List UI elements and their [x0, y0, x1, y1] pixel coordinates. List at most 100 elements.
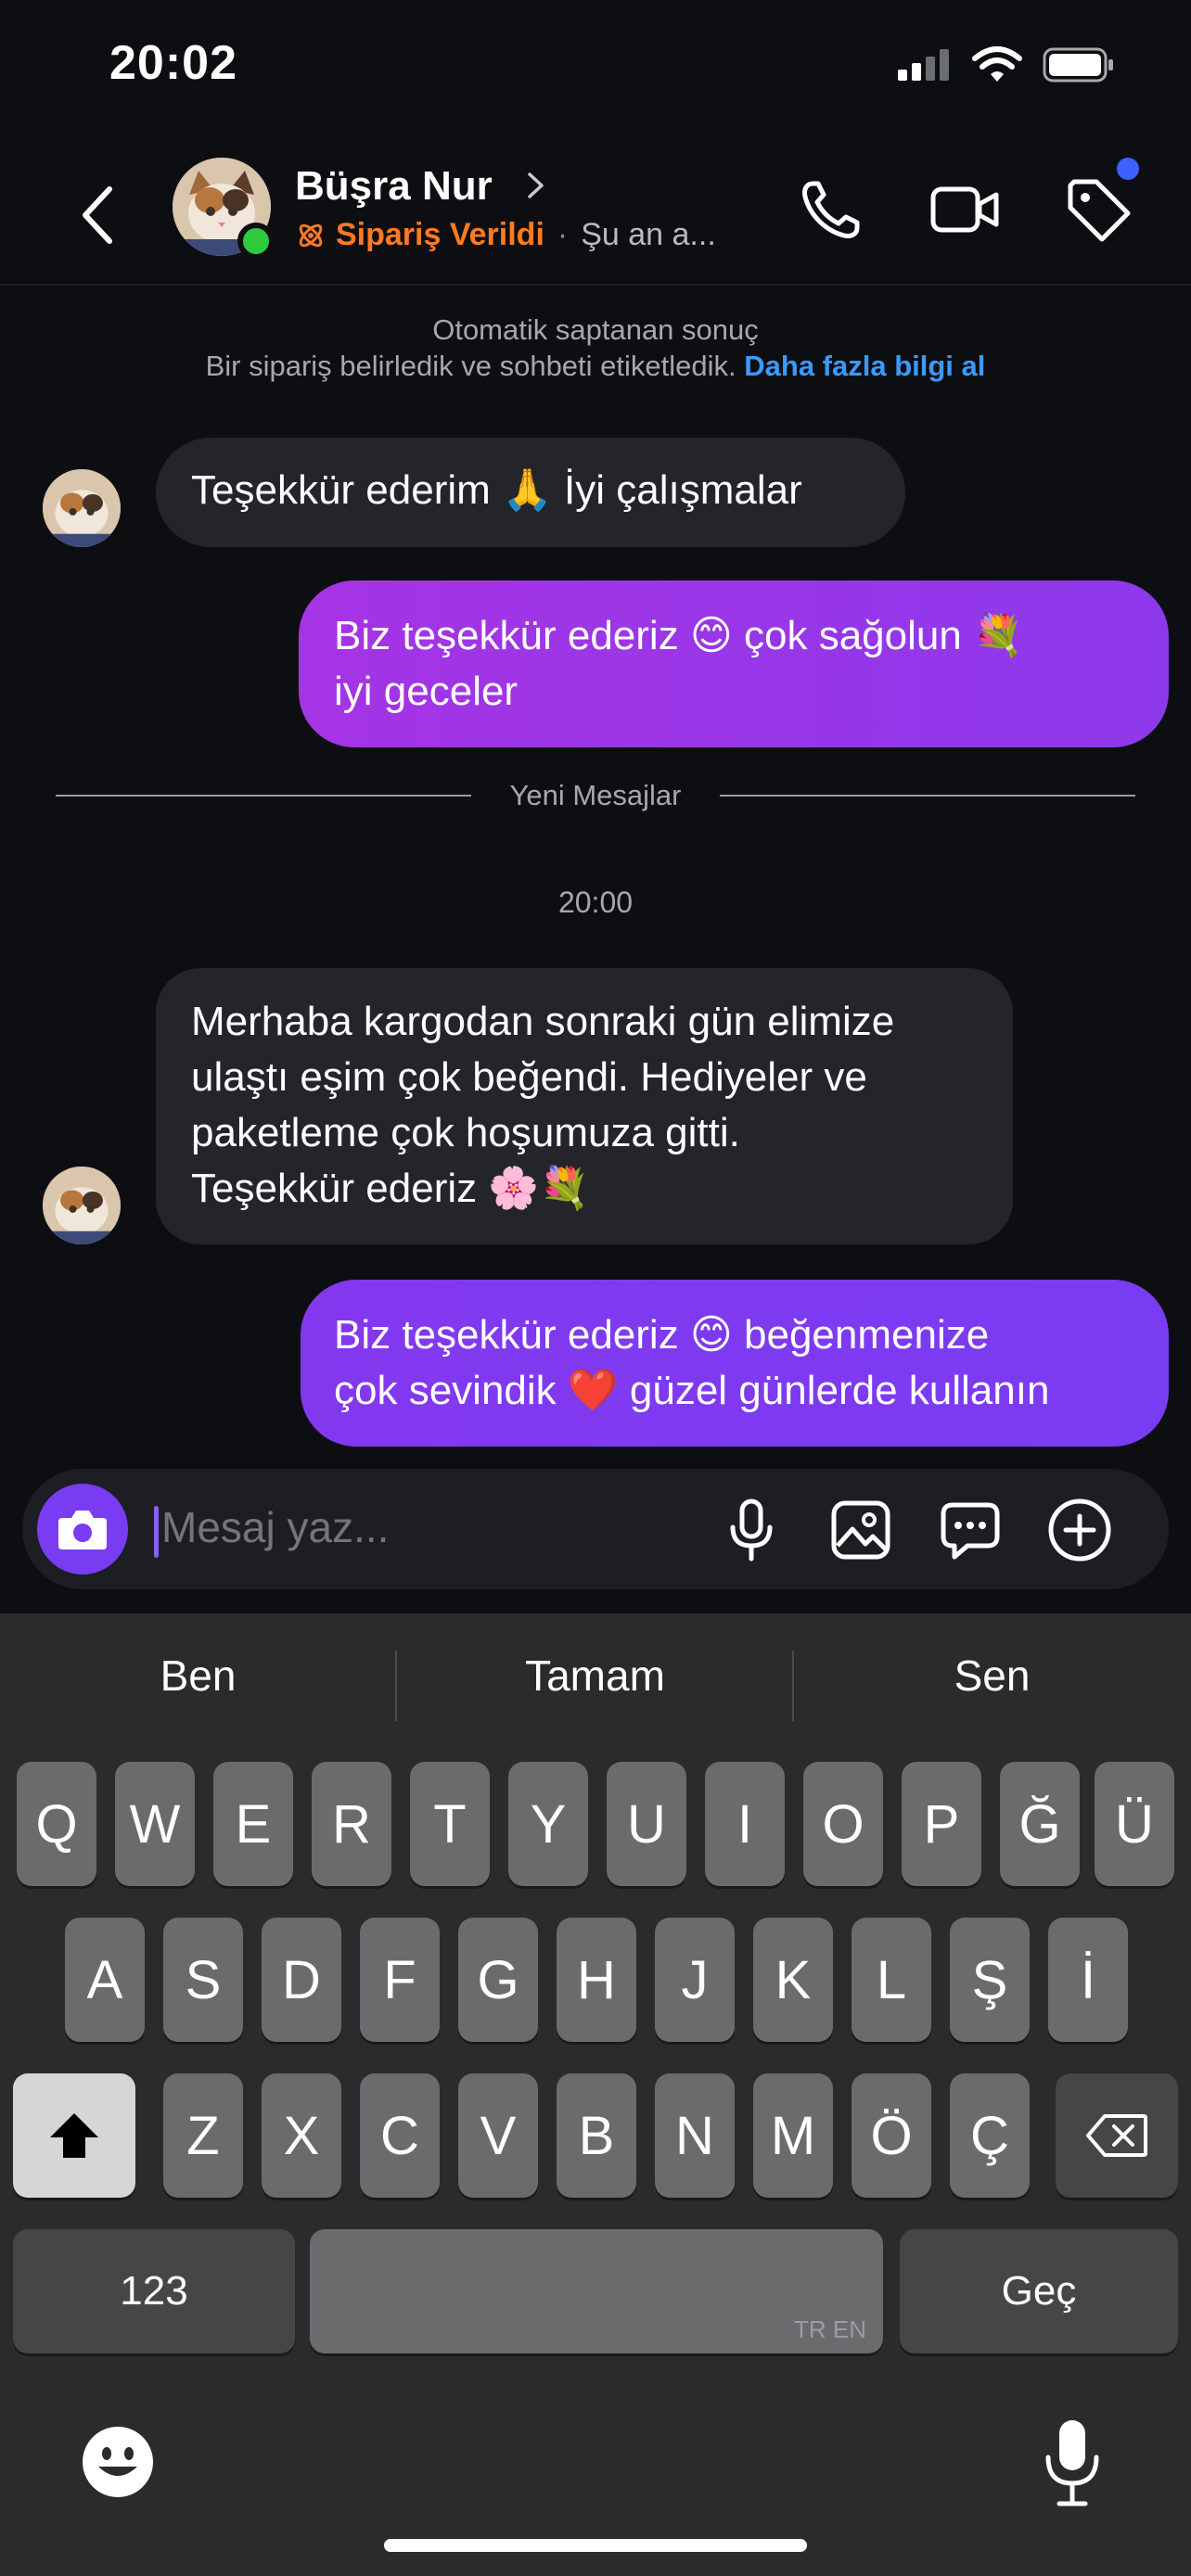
- status-icons: [898, 46, 1115, 83]
- key-q[interactable]: Q: [17, 1762, 96, 1886]
- outgoing-message-bubble[interactable]: Biz teşekkür ederiz 😊 çok sağolun 💐 iyi …: [299, 580, 1169, 747]
- incoming-message-bubble[interactable]: Merhaba kargodan sonraki gün elimize ula…: [156, 968, 1013, 1244]
- key-h[interactable]: H: [557, 1918, 636, 2042]
- message-line: paketleme çok hoşumuza gitti.: [191, 1110, 740, 1155]
- suggestion-1[interactable]: Ben: [0, 1651, 396, 1701]
- gallery-button[interactable]: [822, 1491, 900, 1569]
- plus-circle-icon: [1048, 1498, 1111, 1562]
- separator-dot: ·: [557, 217, 569, 252]
- emoji-icon[interactable]: [80, 2424, 156, 2500]
- key-i[interactable]: I: [705, 1762, 785, 1886]
- key-c-cedilla[interactable]: Ç: [950, 2073, 1030, 2198]
- wifi-icon: [972, 46, 1022, 82]
- key-u[interactable]: U: [607, 1762, 686, 1886]
- key-j[interactable]: J: [655, 1918, 735, 2042]
- chat-bubble-dots-icon: [941, 1502, 1000, 1560]
- notification-badge: [1117, 158, 1139, 180]
- order-status-row[interactable]: Sipariş Verildi · Şu an a...: [295, 217, 716, 253]
- message-line: Biz teşekkür ederiz 😊 beğenmenize: [334, 1312, 990, 1358]
- backspace-key[interactable]: [1056, 2073, 1178, 2198]
- backspace-icon: [1086, 2114, 1147, 2157]
- key-y[interactable]: Y: [508, 1762, 588, 1886]
- message-line: çok sevindik ❤️ güzel günlerde kullanın: [334, 1368, 1050, 1413]
- key-z[interactable]: Z: [163, 2073, 243, 2198]
- key-v[interactable]: V: [458, 2073, 538, 2198]
- learn-more-link[interactable]: Daha fazla bilgi al: [744, 350, 985, 382]
- contact-avatar-small[interactable]: [43, 469, 121, 547]
- incoming-message-bubble[interactable]: Teşekkür ederim 🙏 İyi çalışmalar: [156, 438, 905, 547]
- message-line: ulaştı eşim çok beğendi. Hediyeler ve: [191, 1054, 867, 1100]
- key-w[interactable]: W: [115, 1762, 195, 1886]
- order-status-label: Sipariş Verildi: [336, 217, 544, 252]
- message-line: Teşekkür ederiz 🌸💐: [191, 1166, 590, 1211]
- voice-message-button[interactable]: [712, 1491, 790, 1569]
- order-atom-icon: [299, 223, 323, 247]
- auto-detect-desc: Bir sipariş belirledik ve sohbeti etiket…: [0, 350, 1191, 383]
- key-c[interactable]: C: [360, 2073, 440, 2198]
- tag-label-icon[interactable]: [1061, 172, 1135, 247]
- key-d[interactable]: D: [262, 1918, 341, 2042]
- key-l[interactable]: L: [852, 1918, 931, 2042]
- auto-detect-text: Bir sipariş belirledik ve sohbeti etiket…: [205, 350, 736, 382]
- key-k[interactable]: K: [753, 1918, 833, 2042]
- message-composer: [22, 1469, 1169, 1589]
- add-attachment-button[interactable]: [1041, 1491, 1119, 1569]
- camera-icon: [58, 1511, 107, 1549]
- microphone-icon: [730, 1498, 773, 1562]
- text-cursor: [154, 1506, 159, 1558]
- shift-key[interactable]: [13, 2073, 135, 2198]
- message-input[interactable]: [161, 1502, 681, 1552]
- home-indicator[interactable]: [384, 2539, 807, 2552]
- key-u-umlaut[interactable]: Ü: [1095, 1762, 1174, 1886]
- key-r[interactable]: R: [312, 1762, 391, 1886]
- key-o[interactable]: O: [803, 1762, 883, 1886]
- key-s[interactable]: S: [163, 1918, 243, 2042]
- cellular-signal-icon: [898, 49, 949, 81]
- key-f[interactable]: F: [360, 1918, 440, 2042]
- message-line: Merhaba kargodan sonraki gün elimize: [191, 999, 895, 1044]
- key-g-breve[interactable]: Ğ: [1000, 1762, 1080, 1886]
- battery-icon: [1043, 47, 1113, 83]
- phone-call-icon[interactable]: [794, 172, 868, 247]
- chevron-right-icon[interactable]: [525, 167, 547, 204]
- shift-arrow-icon: [50, 2113, 98, 2158]
- key-t[interactable]: T: [410, 1762, 490, 1886]
- message-line: Biz teşekkür ederiz 😊 çok sağolun 💐: [334, 613, 1024, 658]
- suggestion-2[interactable]: Tamam: [397, 1651, 793, 1701]
- auto-detect-title: Otomatik saptanan sonuç: [432, 313, 759, 346]
- divider-line-right: [720, 795, 1135, 797]
- key-a[interactable]: A: [65, 1918, 145, 2042]
- quick-replies-button[interactable]: [931, 1491, 1009, 1569]
- key-g[interactable]: G: [458, 1918, 538, 2042]
- contact-avatar-small[interactable]: [43, 1167, 121, 1244]
- dictation-microphone-icon[interactable]: [1037, 2417, 1108, 2509]
- key-s-cedilla[interactable]: Ş: [950, 1918, 1030, 2042]
- keyboard: Ben Tamam Sen Q W E R T Y U I O P Ğ Ü A …: [0, 1613, 1191, 2576]
- message-line: iyi geceler: [334, 669, 519, 714]
- image-gallery-icon: [831, 1500, 890, 1560]
- video-call-icon[interactable]: [928, 172, 1002, 247]
- message-text: Teşekkür ederim 🙏 İyi çalışmalar: [191, 467, 802, 513]
- online-indicator: [237, 223, 275, 260]
- key-n[interactable]: N: [655, 2073, 735, 2198]
- key-x[interactable]: X: [262, 2073, 341, 2198]
- key-m[interactable]: M: [753, 2073, 833, 2198]
- return-key[interactable]: Geç: [900, 2229, 1178, 2353]
- key-i-dotted[interactable]: İ: [1048, 1918, 1128, 2042]
- space-key[interactable]: TR EN: [310, 2229, 883, 2353]
- message-time-label: 20:00: [557, 886, 634, 919]
- key-o-umlaut[interactable]: Ö: [852, 2073, 931, 2198]
- key-b[interactable]: B: [557, 2073, 636, 2198]
- space-language-label: TR EN: [794, 2315, 866, 2343]
- numbers-key[interactable]: 123: [13, 2229, 295, 2353]
- camera-button[interactable]: [37, 1484, 128, 1575]
- back-chevron-icon[interactable]: [72, 178, 128, 252]
- outgoing-message-bubble[interactable]: Biz teşekkür ederiz 😊 beğenmenize çok se…: [301, 1280, 1169, 1447]
- suggestion-3[interactable]: Sen: [794, 1651, 1190, 1701]
- contact-name[interactable]: Büşra Nur: [295, 163, 493, 210]
- key-p[interactable]: P: [902, 1762, 981, 1886]
- status-time: 20:02: [109, 36, 237, 90]
- key-e[interactable]: E: [213, 1762, 293, 1886]
- presence-status: Şu an a...: [581, 217, 716, 252]
- chat-header: Büşra Nur Sipariş Verildi · Şu an a...: [0, 139, 1191, 286]
